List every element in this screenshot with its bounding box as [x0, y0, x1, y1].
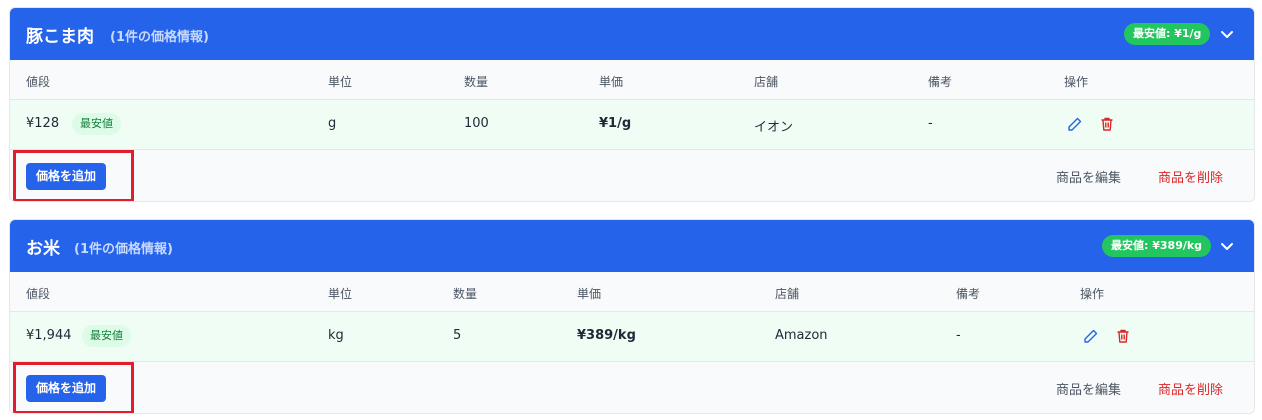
col-unit-price: 単価: [599, 75, 624, 89]
trash-icon[interactable]: [1115, 328, 1131, 344]
table-row: ¥128 最安値 g 100 ¥1/g イオン -: [10, 100, 1254, 150]
highlight-box: [13, 150, 134, 201]
pencil-icon[interactable]: [1083, 328, 1099, 344]
col-qty: 数量: [453, 287, 478, 301]
product-card-header[interactable]: 豚こま肉 (1件の価格情報) 最安値: ¥1/g: [10, 8, 1254, 60]
best-price-badge: 最安値: ¥1/g: [1124, 23, 1211, 45]
note-value: -: [928, 116, 933, 131]
col-unit-price: 単価: [577, 287, 602, 301]
col-note: 備考: [928, 75, 953, 89]
card-footer: 価格を追加 商品を編集 商品を削除: [10, 150, 1254, 201]
price-info-count: (1件の価格情報): [110, 30, 209, 45]
card-footer: 価格を追加 商品を編集 商品を削除: [10, 362, 1254, 413]
delete-product-button[interactable]: 商品を削除: [1158, 167, 1223, 186]
edit-product-button[interactable]: 商品を編集: [1056, 379, 1121, 398]
highlight-box: [13, 362, 134, 413]
chevron-down-icon[interactable]: [1218, 237, 1236, 255]
col-actions: 操作: [1064, 75, 1089, 89]
unit-price-value: ¥1/g: [599, 116, 632, 131]
table-row: ¥1,944 最安値 kg 5 ¥389/kg Amazon -: [10, 312, 1254, 362]
store-value: Amazon: [775, 328, 828, 343]
col-store: 店舗: [754, 75, 779, 89]
price-value: ¥1,944: [26, 328, 72, 343]
col-qty: 数量: [464, 75, 489, 89]
pencil-icon[interactable]: [1067, 116, 1083, 132]
note-value: -: [956, 328, 961, 343]
product-title: 豚こま肉: [26, 27, 94, 47]
column-header-row: 値段 単位 数量 単価 店舗 備考 操作: [10, 272, 1254, 312]
col-price: 値段: [26, 287, 51, 301]
best-price-badge: 最安値: ¥389/kg: [1102, 235, 1212, 257]
product-card-pork: 豚こま肉 (1件の価格情報) 最安値: ¥1/g 値段 単位 数量 単価 店舗 …: [9, 7, 1255, 202]
unit-value: kg: [328, 328, 344, 343]
col-note: 備考: [956, 287, 981, 301]
col-unit: 単位: [328, 287, 353, 301]
qty-value: 5: [453, 328, 462, 343]
store-value: イオン: [754, 120, 794, 135]
col-unit: 単位: [328, 75, 353, 89]
price-info-count: (1件の価格情報): [74, 242, 173, 257]
lowest-price-tag: 最安値: [72, 113, 121, 135]
lowest-price-tag: 最安値: [82, 325, 131, 347]
chevron-down-icon[interactable]: [1218, 25, 1236, 43]
product-title: お米: [26, 239, 60, 259]
col-store: 店舗: [775, 287, 800, 301]
product-card-header[interactable]: お米 (1件の価格情報) 最安値: ¥389/kg: [10, 220, 1254, 272]
edit-product-button[interactable]: 商品を編集: [1056, 167, 1121, 186]
col-actions: 操作: [1080, 287, 1105, 301]
col-price: 値段: [26, 75, 51, 89]
price-value: ¥128: [26, 116, 60, 131]
unit-price-value: ¥389/kg: [577, 328, 636, 343]
qty-value: 100: [464, 116, 489, 131]
trash-icon[interactable]: [1099, 116, 1115, 132]
product-card-rice: お米 (1件の価格情報) 最安値: ¥389/kg 値段 単位 数量 単価 店舗…: [9, 219, 1255, 414]
unit-value: g: [328, 116, 337, 131]
column-header-row: 値段 単位 数量 単価 店舗 備考 操作: [10, 60, 1254, 100]
delete-product-button[interactable]: 商品を削除: [1158, 379, 1223, 398]
